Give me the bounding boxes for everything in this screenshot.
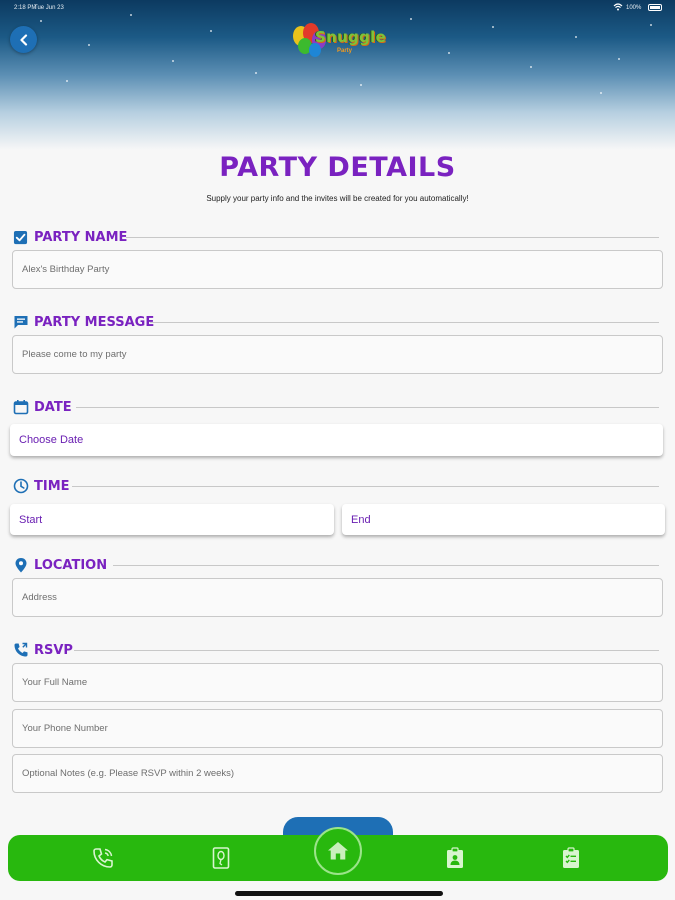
chevron-left-icon [19, 33, 27, 46]
phone-icon [12, 642, 29, 659]
section-location: LOCATION [12, 556, 107, 574]
divider [126, 237, 659, 238]
section-label-rsvp: RSVP [34, 642, 73, 658]
page-subtitle: Supply your party info and the invites w… [206, 194, 469, 203]
home-icon [328, 842, 348, 860]
divider [76, 407, 659, 408]
tab-guests[interactable] [442, 845, 468, 871]
app-logo: Snuggle Party [291, 22, 386, 62]
bottom-tab-bar [8, 827, 668, 881]
wifi-icon [613, 3, 623, 11]
section-rsvp: RSVP [12, 641, 73, 659]
party-message-input[interactable]: Please come to my party [12, 335, 663, 374]
section-label-party-message: PARTY MESSAGE [34, 314, 155, 330]
section-time: TIME [12, 477, 70, 495]
status-bar: 2:18 PM Tue Jun 23 100% [0, 0, 675, 16]
checkbox-icon [12, 229, 29, 246]
divider [72, 486, 659, 487]
message-icon [12, 314, 29, 331]
tab-phone[interactable] [90, 845, 116, 871]
divider [150, 322, 659, 323]
invite-card-icon [212, 847, 230, 869]
notes-input[interactable]: Optional Notes (e.g. Please RSVP within … [12, 754, 663, 793]
status-date: Tue Jun 23 [34, 5, 64, 11]
home-indicator [235, 891, 443, 896]
section-label-time: TIME [34, 478, 70, 494]
choose-date-button[interactable]: Choose Date [10, 424, 663, 456]
divider [113, 565, 659, 566]
tab-invites[interactable] [208, 845, 234, 871]
divider [74, 650, 659, 651]
address-input[interactable]: Address [12, 578, 663, 617]
party-name-input[interactable]: Alex's Birthday Party [12, 250, 663, 289]
logo-text: Snuggle [315, 28, 387, 46]
battery-percent: 100% [626, 5, 642, 11]
header: 2:18 PM Tue Jun 23 100% Snuggle Party [0, 0, 675, 150]
home-button[interactable] [314, 827, 362, 875]
back-button[interactable] [10, 26, 37, 53]
location-pin-icon [12, 557, 29, 574]
section-label-date: DATE [34, 399, 72, 415]
clock-icon [12, 478, 29, 495]
section-date: DATE [12, 398, 72, 416]
phone-number-input[interactable]: Your Phone Number [12, 709, 663, 748]
section-label-location: LOCATION [34, 557, 108, 573]
section-party-name: PARTY NAME [12, 228, 127, 246]
status-time: 2:18 PM [14, 5, 37, 11]
calendar-icon [12, 399, 29, 416]
tab-checklist[interactable] [558, 845, 584, 871]
checklist-icon [563, 847, 579, 868]
battery-icon [648, 4, 662, 11]
badge-icon [447, 847, 463, 868]
full-name-input[interactable]: Your Full Name [12, 663, 663, 702]
phone-tab-icon [93, 848, 113, 868]
section-label-party-name: PARTY NAME [34, 229, 128, 245]
section-party-message: PARTY MESSAGE [12, 313, 154, 331]
start-time-button[interactable]: Start [10, 504, 334, 535]
page-title: PARTY DETAILS [219, 152, 456, 183]
end-time-button[interactable]: End [342, 504, 665, 535]
logo-subtext: Party [337, 48, 353, 54]
